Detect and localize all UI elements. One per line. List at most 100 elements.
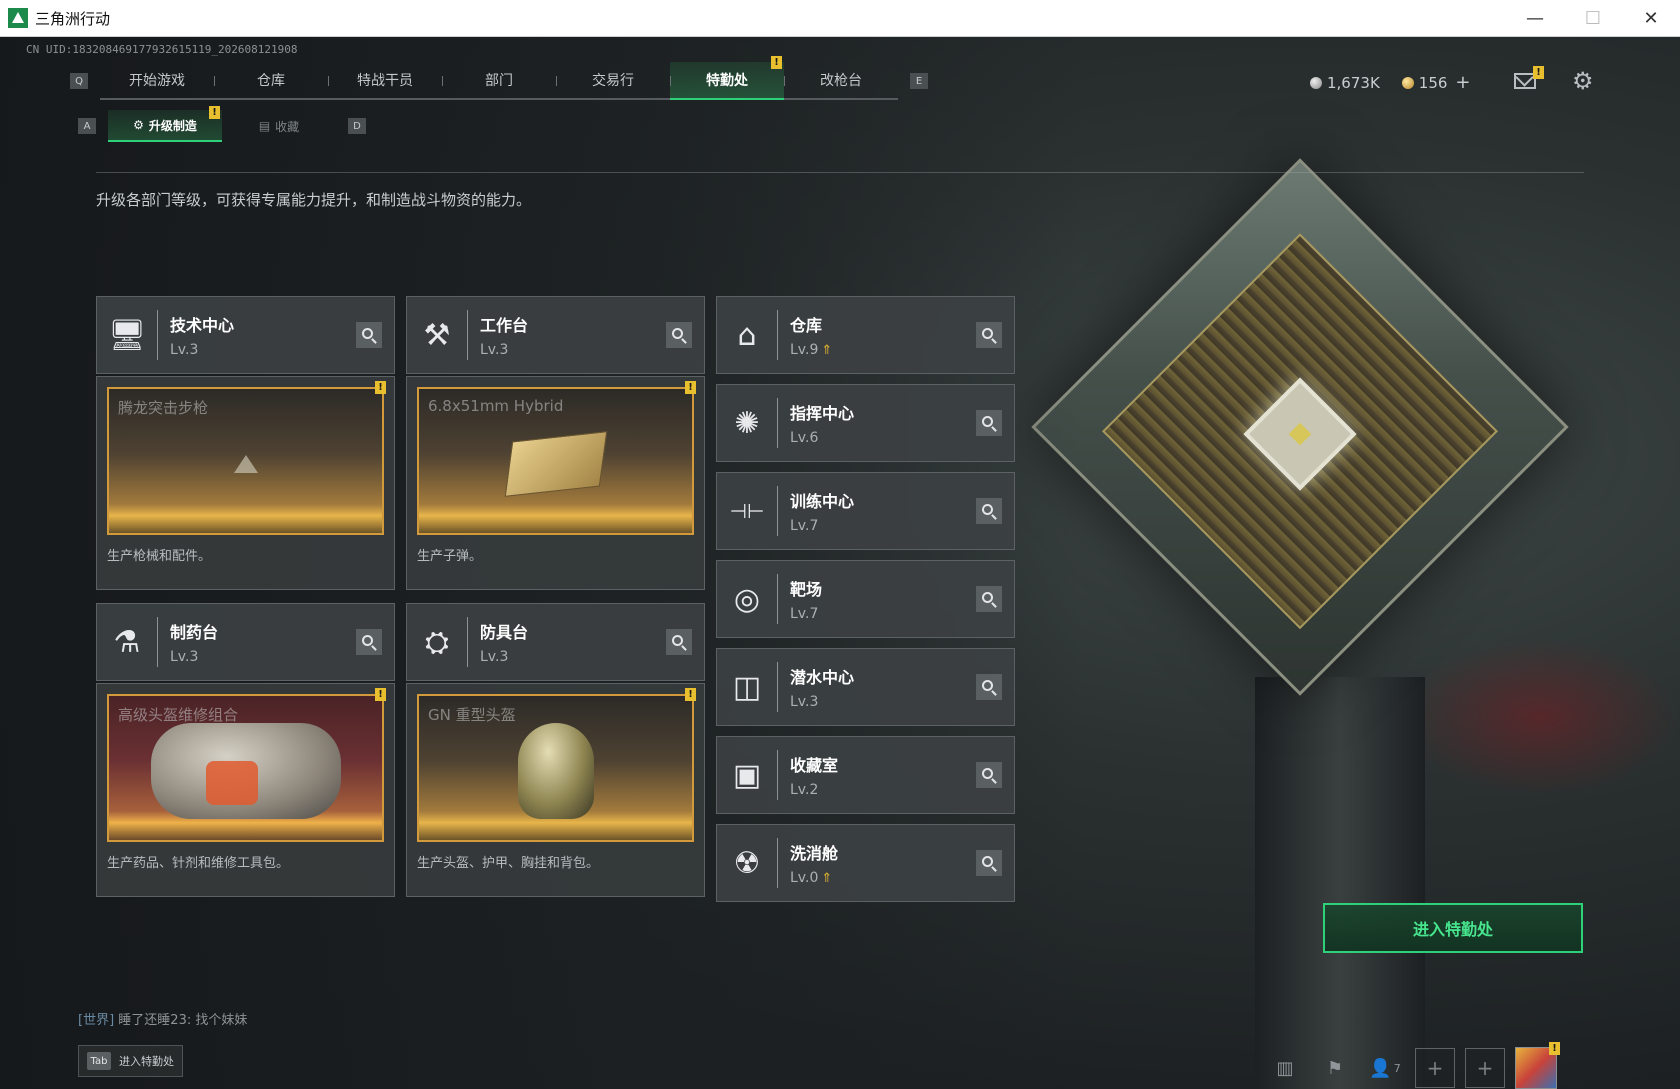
special-ops-cube-artwork: [1031, 158, 1569, 696]
subnav-tab-1[interactable]: ▤ 收藏: [222, 110, 336, 142]
workbench-icon: ⚒: [423, 317, 451, 353]
department-card-decontamination[interactable]: ☢ 洗消舱 Lv.0 ⇑: [716, 824, 1015, 902]
department-card-pharmacy[interactable]: ⚗ 制药台 Lv.3: [96, 603, 395, 681]
department-search-button[interactable]: [976, 586, 1002, 612]
department-search-button[interactable]: [976, 762, 1002, 788]
department-search-button[interactable]: [356, 629, 382, 655]
gold-coin-icon: [1401, 76, 1414, 89]
department-card-diving-center[interactable]: ◫ 潜水中心 Lv.3: [716, 648, 1015, 726]
flag-icon[interactable]: ⚑: [1315, 1048, 1355, 1088]
department-text: 技术中心 Lv.3: [170, 312, 234, 358]
department-card-command-center[interactable]: ✺ 指挥中心 Lv.6: [716, 384, 1015, 462]
department-name: 制药台: [170, 623, 219, 642]
department-level: Lv.7: [790, 606, 819, 622]
enter-special-ops-button[interactable]: 进入特勤处: [1323, 903, 1583, 953]
department-card-workbench[interactable]: ⚒ 工作台 Lv.3: [406, 296, 705, 374]
department-header: ⛭ 防具台 Lv.3: [407, 604, 704, 680]
add-currency-button[interactable]: +: [1455, 72, 1470, 93]
department-search-button[interactable]: [356, 322, 382, 348]
production-panel[interactable]: 腾龙突击步枪 生产枪械和配件。!: [96, 376, 395, 590]
product-name: 6.8x51mm Hybrid: [428, 397, 564, 415]
background-glow: [1400, 637, 1680, 797]
product-name: GN 重型头盔: [428, 706, 516, 724]
nav-tab-4[interactable]: 交易行: [556, 62, 670, 98]
production-panel[interactable]: 6.8x51mm Hybrid 生产子弹。!: [406, 376, 705, 590]
chat-line[interactable]: [世界] 睡了还睡23: 找个妹妹: [78, 1009, 247, 1028]
department-divider: [777, 574, 778, 624]
department-name: 工作台: [480, 316, 529, 335]
department-name: 指挥中心: [790, 404, 855, 423]
search-icon: [672, 635, 683, 646]
cube-core: [1243, 377, 1357, 491]
nav-tab-badge: !: [771, 56, 782, 69]
subnav-prev-key: A: [78, 118, 96, 134]
tab-hint-label: 进入特勤处: [119, 1055, 174, 1068]
gear-cog-icon: ⚙: [133, 118, 144, 132]
department-card-shooting-range[interactable]: ◎ 靶场 Lv.7: [716, 560, 1015, 638]
main-nav: Q 开始游戏 仓库 特战干员 部门 交易行 特勤处! 改枪台 E: [70, 56, 928, 100]
settings-gear-icon[interactable]: ⚙: [1572, 67, 1594, 95]
department-search-button[interactable]: [976, 322, 1002, 348]
department-level-row: Lv.9 ⇑: [790, 342, 832, 358]
player-avatar[interactable]: !: [1515, 1042, 1560, 1089]
subnav-tab-0[interactable]: ⚙ 升级制造!: [108, 106, 222, 142]
gold-amount: 156: [1418, 73, 1448, 92]
product-image: [504, 431, 607, 497]
production-badge: !: [685, 688, 696, 701]
production-badge: !: [685, 381, 696, 394]
tech-center-icon: 🖥: [107, 317, 147, 353]
nav-tab-2[interactable]: 特战干员: [328, 62, 442, 98]
department-card-training-center[interactable]: ⊣⊢ 训练中心 Lv.7: [716, 472, 1015, 550]
department-text: 防具台 Lv.3: [480, 619, 528, 665]
mail-icon[interactable]: !: [1514, 66, 1544, 89]
department-text: 潜水中心 Lv.3: [790, 664, 854, 710]
department-level-row: Lv.3: [170, 649, 218, 665]
minimize-button[interactable]: —: [1506, 0, 1564, 37]
production-panel[interactable]: GN 重型头盔生产头盔、护甲、胸挂和背包。!: [406, 683, 705, 897]
nav-tab-1[interactable]: 仓库: [214, 62, 328, 98]
department-search-button[interactable]: [976, 850, 1002, 876]
department-header: ◎ 靶场 Lv.7: [717, 561, 1014, 637]
product-description: 生产药品、针剂和维修工具包。: [107, 856, 290, 871]
tab-hint-button[interactable]: Tab 进入特勤处: [78, 1045, 183, 1077]
nav-tab-6[interactable]: 改枪台: [784, 62, 898, 98]
production-badge: !: [375, 688, 386, 701]
subnav-tab-label: 升级制造: [148, 118, 197, 133]
department-card-collection-room[interactable]: ▣ 收藏室 Lv.2: [716, 736, 1015, 814]
department-search-button[interactable]: [976, 410, 1002, 436]
nav-tab-5[interactable]: 特勤处!: [670, 56, 784, 100]
department-header: ⊣⊢ 训练中心 Lv.7: [717, 473, 1014, 549]
friends-button[interactable]: 👤 7: [1365, 1048, 1405, 1088]
department-card-armor-bench[interactable]: ⛭ 防具台 Lv.3: [406, 603, 705, 681]
window-title: 三角洲行动: [35, 9, 111, 28]
team-slot-2[interactable]: +: [1465, 1048, 1505, 1088]
production-panel[interactable]: 高级头盔维修组合 生产药品、针剂和维修工具包。!: [96, 683, 395, 897]
department-search-button[interactable]: [666, 629, 692, 655]
department-level: Lv.0: [790, 870, 819, 886]
training-center-icon: ⊣⊢: [729, 499, 765, 523]
nav-tab-0[interactable]: 开始游戏: [100, 62, 214, 98]
product-art: [517, 722, 594, 819]
department-search-button[interactable]: [666, 322, 692, 348]
search-icon: [982, 680, 993, 691]
department-header: ◫ 潜水中心 Lv.3: [717, 649, 1014, 725]
product-image: [517, 722, 594, 819]
department-name: 仓库: [790, 316, 823, 335]
product-image: [150, 722, 341, 819]
friends-icon: 👤: [1369, 1057, 1392, 1079]
department-card-tech-center[interactable]: 🖥 技术中心 Lv.3: [96, 296, 395, 374]
bottom-toolbar: ▥ ⚑ 👤 7 + + !: [1265, 1042, 1560, 1089]
nav-tab-3[interactable]: 部门: [442, 62, 556, 98]
stats-chart-icon[interactable]: ▥: [1265, 1048, 1305, 1088]
maximize-button[interactable]: ☐: [1564, 0, 1622, 37]
close-button[interactable]: ✕: [1622, 0, 1680, 37]
team-slot-1[interactable]: +: [1415, 1048, 1455, 1088]
department-level: Lv.7: [790, 518, 819, 534]
department-search-button[interactable]: [976, 498, 1002, 524]
department-text: 训练中心 Lv.7: [790, 488, 854, 534]
department-search-button[interactable]: [976, 674, 1002, 700]
department-card-warehouse[interactable]: ⌂ 仓库 Lv.9 ⇑: [716, 296, 1015, 374]
product-description: 生产头盔、护甲、胸挂和背包。: [417, 856, 600, 871]
department-divider: [777, 838, 778, 888]
silver-coin-icon: [1310, 76, 1322, 89]
